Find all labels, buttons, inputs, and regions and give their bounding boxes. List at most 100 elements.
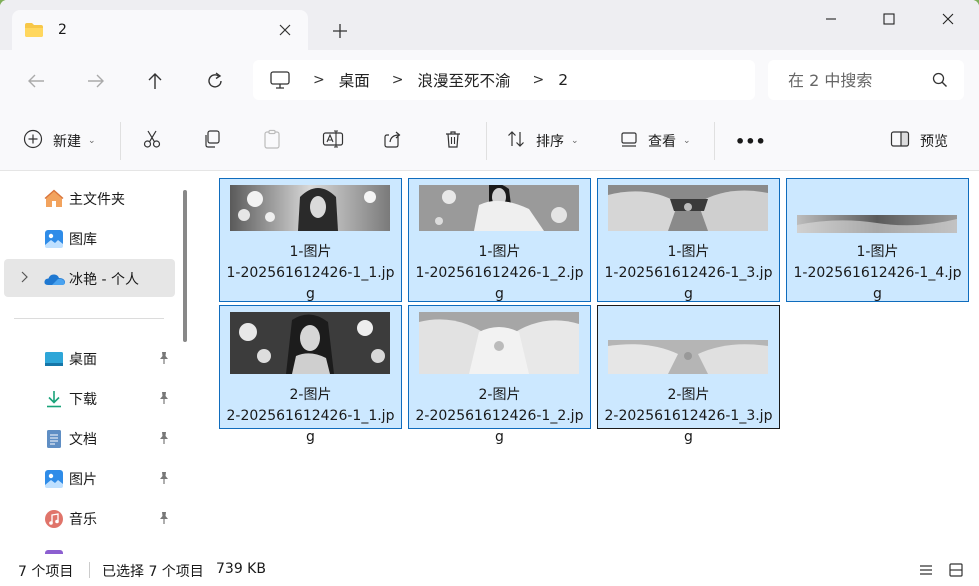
share-button[interactable] [383,112,403,170]
toolbar-divider [714,122,715,160]
preview-pane-button[interactable]: 预览 [890,112,948,170]
forward-arrow-icon[interactable] [85,70,107,92]
sidebar-scrollbar[interactable] [183,190,187,342]
breadcrumb-desktop[interactable]: 桌面 [339,69,370,91]
delete-button[interactable] [443,112,463,170]
sidebar-item-videos[interactable] [4,539,175,554]
sidebar-item-label: 冰艳 - 个人 [69,272,139,288]
folder-icon [24,22,44,38]
file-item[interactable]: 1-图片 1-202561612426-1_4.jpg [786,178,969,302]
refresh-icon[interactable] [204,70,226,92]
sidebar-item-home[interactable]: 主文件夹 [4,179,175,217]
breadcrumb-separator[interactable]: > [533,72,545,88]
image-thumbnail [608,185,768,231]
breadcrumb-separator[interactable]: > [392,72,404,88]
file-name: 2-图片 2-202561612426-1_3.jpg [602,385,775,448]
file-caption: 2-图片 [289,387,332,403]
file-item[interactable]: 2-图片 2-202561612426-1_3.jpg [597,305,780,445]
more-icon: ••• [735,131,766,151]
sidebar-item-label: 主文件夹 [69,192,125,208]
sidebar-item-label: 音乐 [69,512,97,528]
search-icon[interactable] [932,72,948,88]
pin-icon[interactable] [158,431,170,445]
sidebar-item-music[interactable]: 音乐 [4,499,175,537]
copy-icon [202,129,222,153]
paste-button[interactable] [262,112,282,170]
file-caption: 2-图片 [478,387,521,403]
breadcrumb-romantic-folder[interactable]: 浪漫至死不渝 [417,69,510,91]
chevron-down-icon: ⌄ [683,136,691,146]
pin-icon[interactable] [158,391,170,405]
new-tab-icon[interactable] [330,21,350,41]
onedrive-icon [44,269,66,289]
sidebar-item-downloads[interactable]: 下载 [4,379,175,417]
pin-icon[interactable] [158,351,170,365]
music-icon [44,509,64,529]
address-bar[interactable]: > 桌面 > 浪漫至死不渝 > 2 [253,60,755,100]
file-full-name: 1-202561612426-1_1.jpg [226,265,395,302]
sidebar-item-onedrive[interactable]: 冰艳 - 个人 [4,259,175,297]
pin-icon[interactable] [158,471,170,485]
view-label: 查看 [648,134,676,150]
sidebar-item-label: 图片 [69,472,97,488]
image-thumbnail [608,340,768,374]
cut-button[interactable] [142,112,162,170]
tab-current-folder[interactable]: 2 [12,10,308,50]
up-arrow-icon[interactable] [144,70,166,92]
this-pc-icon [269,70,291,90]
status-bar: 7 个项目 已选择 7 个项目 739 KB [0,554,979,586]
file-item[interactable]: 1-图片 1-202561612426-1_1.jpg [219,178,402,302]
image-thumbnail [230,185,390,231]
file-full-name: 1-202561612426-1_2.jpg [415,265,584,302]
file-name: 1-图片 1-202561612426-1_1.jpg [224,242,397,305]
file-item[interactable]: 2-图片 2-202561612426-1_2.jpg [408,305,591,445]
navigation-pane: 主文件夹 图库 冰艳 - 个人 桌面 下载 文档 图片 音乐 [0,171,192,554]
sidebar-item-pictures[interactable]: 图片 [4,459,175,497]
trash-icon [443,129,463,153]
tab-close-icon[interactable] [276,21,294,39]
breadcrumb-separator[interactable]: > [313,72,325,88]
home-icon [44,189,64,209]
item-count: 7 个项目 [18,564,74,580]
maximize-icon[interactable] [866,8,912,30]
file-list: 1-图片 1-202561612426-1_1.jpg 1-图片 1-2025616… [192,171,979,554]
breadcrumb-current[interactable]: 2 [558,71,568,89]
sidebar-item-desktop[interactable]: 桌面 [4,339,175,377]
new-button[interactable]: 新建 ⌄ [23,112,96,170]
chevron-right-icon[interactable] [20,271,28,286]
image-thumbnail [797,215,957,233]
sidebar-divider [14,318,164,319]
rename-button[interactable] [322,112,344,170]
desktop-icon [44,349,64,369]
search-box[interactable] [768,60,964,100]
clipboard-icon [262,129,282,153]
tiles-view-icon[interactable] [948,562,964,582]
chevron-down-icon: ⌄ [571,136,579,146]
more-options-button[interactable]: ••• [735,112,766,170]
back-arrow-icon[interactable] [25,70,47,92]
search-input[interactable] [786,69,920,91]
details-view-icon[interactable] [918,562,934,582]
file-name: 2-图片 2-202561612426-1_1.jpg [224,385,397,448]
command-bar: 新建 ⌄ 排序 ⌄ 查看 ⌄ ••• 预览 [0,112,979,171]
file-name: 1-图片 1-202561612426-1_4.jpg [791,242,964,305]
sidebar-item-documents[interactable]: 文档 [4,419,175,457]
minimize-icon[interactable] [808,8,854,30]
view-icon [620,130,638,152]
sort-button[interactable]: 排序 ⌄ [506,112,579,170]
file-item[interactable]: 1-图片 1-202561612426-1_3.jpg [597,178,780,302]
file-item[interactable]: 2-图片 2-202561612426-1_1.jpg [219,305,402,445]
copy-button[interactable] [202,112,222,170]
file-name: 1-图片 1-202561612426-1_2.jpg [413,242,586,305]
close-icon[interactable] [925,8,971,30]
file-caption: 2-图片 [667,387,710,403]
sidebar-item-gallery[interactable]: 图库 [4,219,175,257]
file-full-name: 2-202561612426-1_3.jpg [604,408,773,445]
file-caption: 1-图片 [478,244,521,260]
sidebar-item-label: 文档 [69,432,97,448]
file-item[interactable]: 1-图片 1-202561612426-1_2.jpg [408,178,591,302]
gallery-icon [44,229,64,249]
view-button[interactable]: 查看 ⌄ [620,112,691,170]
sort-label: 排序 [536,134,564,150]
pin-icon[interactable] [158,511,170,525]
